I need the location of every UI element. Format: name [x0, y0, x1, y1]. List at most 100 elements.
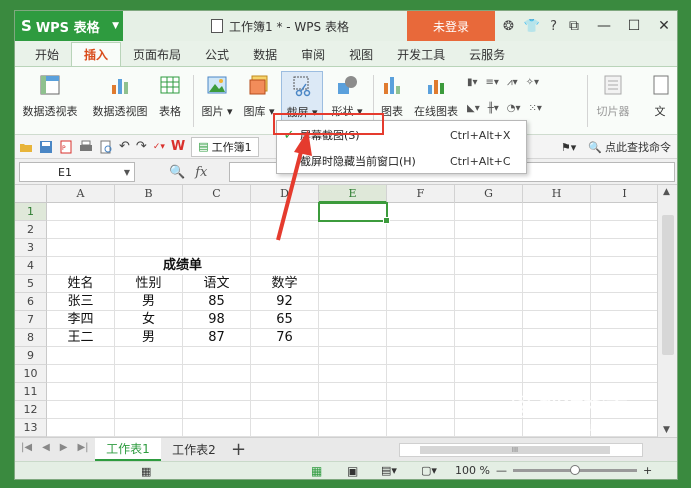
cell-C13[interactable]: [183, 419, 251, 437]
page-layout-icon[interactable]: ▤▾: [381, 464, 397, 477]
cell-E11[interactable]: [319, 383, 387, 401]
cell-C1[interactable]: [183, 203, 251, 221]
cell-C5[interactable]: 语文: [183, 275, 251, 293]
horizontal-scroll-thumb[interactable]: III: [420, 446, 610, 454]
cell-G7[interactable]: [455, 311, 523, 329]
cell-E8[interactable]: [319, 329, 387, 347]
cell-B9[interactable]: [115, 347, 183, 365]
area-chart-icon[interactable]: ◣▾: [467, 103, 480, 114]
row-header-8[interactable]: 8: [15, 329, 47, 347]
cell-G4[interactable]: [455, 257, 523, 275]
cell-F10[interactable]: [387, 365, 455, 383]
cell-I3[interactable]: [591, 239, 657, 257]
print-icon[interactable]: [79, 140, 93, 154]
tab-1[interactable]: 插入: [71, 42, 122, 66]
cell-I5[interactable]: [591, 275, 657, 293]
save-icon[interactable]: [39, 140, 53, 154]
cell-D3[interactable]: [251, 239, 319, 257]
help-button[interactable]: ?: [550, 19, 557, 34]
tab-7[interactable]: 开发工具: [385, 42, 457, 66]
cell-F7[interactable]: [387, 311, 455, 329]
line-chart-icon[interactable]: ⩘▾: [507, 77, 518, 88]
row-header-4[interactable]: 4: [15, 257, 47, 275]
customize-qat-icon[interactable]: ✓▾: [153, 142, 165, 152]
cell-C6[interactable]: 85: [183, 293, 251, 311]
horizontal-scrollbar[interactable]: III: [399, 443, 643, 457]
cell-F6[interactable]: [387, 293, 455, 311]
tab-5[interactable]: 审阅: [289, 42, 337, 66]
column-header-H[interactable]: H: [523, 185, 591, 203]
zoom-slider-knob[interactable]: [569, 465, 580, 475]
cell-A6[interactable]: 张三: [47, 293, 115, 311]
cell-E5[interactable]: [319, 275, 387, 293]
add-sheet-button[interactable]: +: [231, 439, 246, 460]
cell-F12[interactable]: [387, 401, 455, 419]
row-header-5[interactable]: 5: [15, 275, 47, 293]
cell-A8[interactable]: 王二: [47, 329, 115, 347]
cell-D11[interactable]: [251, 383, 319, 401]
column-header-B[interactable]: B: [115, 185, 183, 203]
cell-H9[interactable]: [523, 347, 591, 365]
cell-A10[interactable]: [47, 365, 115, 383]
picture-button[interactable]: 图片 ▾: [199, 71, 235, 131]
cell-H1[interactable]: [523, 203, 591, 221]
open-folder-icon[interactable]: [19, 140, 33, 154]
row-header-3[interactable]: 3: [15, 239, 47, 257]
skin-icon[interactable]: ❂: [503, 19, 514, 34]
cell-A9[interactable]: [47, 347, 115, 365]
cell-D6[interactable]: 92: [251, 293, 319, 311]
select-all-corner[interactable]: [15, 185, 47, 203]
page-break-view-icon[interactable]: ▣: [347, 464, 358, 478]
minimize-icon[interactable]: —: [589, 18, 619, 34]
sheet-tab-1[interactable]: 工作表1: [95, 438, 161, 461]
close-icon[interactable]: ✕: [649, 18, 677, 34]
print-preview-icon[interactable]: [99, 140, 113, 154]
last-sheet-icon[interactable]: ▶|: [77, 442, 88, 453]
column-header-D[interactable]: D: [251, 185, 319, 203]
cell-E4[interactable]: [319, 257, 387, 275]
tab-2[interactable]: 页面布局: [121, 42, 193, 66]
vertical-scroll-thumb[interactable]: [662, 215, 674, 355]
cell-F2[interactable]: [387, 221, 455, 239]
cell-B10[interactable]: [115, 365, 183, 383]
cell-C8[interactable]: 87: [183, 329, 251, 347]
cell-I4[interactable]: [591, 257, 657, 275]
row-header-10[interactable]: 10: [15, 365, 47, 383]
cell-A11[interactable]: [47, 383, 115, 401]
scroll-down-icon[interactable]: ▼: [663, 425, 670, 435]
cell-D12[interactable]: [251, 401, 319, 419]
cell-B11[interactable]: [115, 383, 183, 401]
sheet-tab-2[interactable]: 工作表2: [161, 438, 227, 461]
cell-B7[interactable]: 女: [115, 311, 183, 329]
pivot-chart-button[interactable]: 数据透视图: [91, 71, 149, 131]
cell-B6[interactable]: 男: [115, 293, 183, 311]
cell-C10[interactable]: [183, 365, 251, 383]
cell-A1[interactable]: [47, 203, 115, 221]
cell-E7[interactable]: [319, 311, 387, 329]
tab-0[interactable]: 开始: [23, 42, 71, 66]
cell-F1[interactable]: [387, 203, 455, 221]
cell-A5[interactable]: 姓名: [47, 275, 115, 293]
maximize-icon[interactable]: ☐: [619, 18, 649, 34]
cell-A3[interactable]: [47, 239, 115, 257]
cell-G9[interactable]: [455, 347, 523, 365]
cell-G5[interactable]: [455, 275, 523, 293]
cell-D8[interactable]: 76: [251, 329, 319, 347]
cell-E2[interactable]: [319, 221, 387, 239]
cell-E13[interactable]: [319, 419, 387, 437]
menu-item-hide-window[interactable]: 截屏时隐藏当前窗口(H) Ctrl+Alt+C: [278, 149, 526, 173]
login-button[interactable]: 未登录: [407, 11, 495, 41]
cell-I7[interactable]: [591, 311, 657, 329]
cell-G6[interactable]: [455, 293, 523, 311]
cell-I1[interactable]: [591, 203, 657, 221]
cell-F4[interactable]: [387, 257, 455, 275]
cell-E12[interactable]: [319, 401, 387, 419]
redo-icon[interactable]: ↷: [136, 139, 147, 154]
row-header-7[interactable]: 7: [15, 311, 47, 329]
cell-B8[interactable]: 男: [115, 329, 183, 347]
cell-H7[interactable]: [523, 311, 591, 329]
cell-E3[interactable]: [319, 239, 387, 257]
row-header-12[interactable]: 12: [15, 401, 47, 419]
cell-D2[interactable]: [251, 221, 319, 239]
cell-B2[interactable]: [115, 221, 183, 239]
